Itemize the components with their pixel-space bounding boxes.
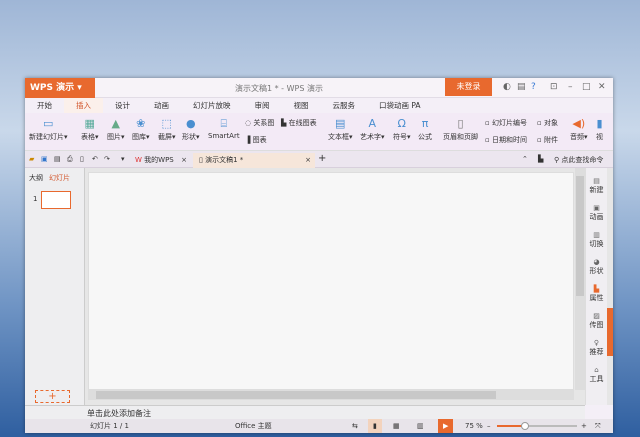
doc-tab-mywps[interactable]: W 我的WPS × — [129, 153, 191, 168]
tab-insert[interactable]: 插入 — [64, 98, 103, 113]
slide-number-button[interactable]: ▫ 幻灯片编号 — [485, 118, 527, 128]
tab-review[interactable]: 审阅 — [243, 98, 282, 113]
layout-icon[interactable]: ▙ — [538, 155, 543, 163]
shape-button[interactable]: ● 形状▾ — [182, 116, 200, 142]
task-animation[interactable]: ▣ 动画 — [586, 204, 607, 222]
close-icon[interactable]: ✕ — [598, 82, 606, 92]
audio-button[interactable]: ◀) 音频▾ — [570, 116, 588, 142]
new-tab-icon[interactable]: + — [318, 153, 326, 164]
notes-placeholder: 单击此处添加备注 — [87, 409, 151, 418]
formula-button[interactable]: π 公式 — [418, 116, 432, 142]
quick-access-bar: ▰ ▣ ▤ ⎙ ▯ ↶ ↷ ▾ W 我的WPS × ▯ 演示文稿1 * × + … — [25, 151, 613, 168]
workspace: 大纲 幻灯片 1 + ▤ 新建 ▣ 动画 ▥ 切换 ◕ 形状 ▙ 属性 ▨ 传图 ♀ 推荐 ⌂… — [25, 168, 613, 405]
document-icon: ▯ — [199, 156, 203, 164]
doc-tab-presentation[interactable]: ▯ 演示文稿1 * × — [193, 153, 315, 168]
wps-window: WPS 演示 ▾ 演示文稿1 * - WPS 演示 未登录 ◐ ▤ ? ⊡ – … — [25, 78, 613, 433]
slide-counter: 幻灯片 1 / 1 — [90, 422, 129, 430]
search-command[interactable]: ⚲ 点此查找命令 — [554, 155, 603, 165]
slide-thumbnail[interactable] — [41, 191, 71, 209]
save-icon[interactable]: ▣ — [41, 155, 48, 163]
slide-panel: 大纲 幻灯片 1 + — [25, 168, 85, 405]
slides-tab[interactable]: 幻灯片 — [49, 173, 70, 183]
task-recommend[interactable]: ♀ 推荐 — [586, 339, 607, 357]
maximize-icon[interactable]: □ — [582, 82, 591, 92]
table-button[interactable]: ▦ 表格▾ — [81, 116, 99, 142]
textbox-button[interactable]: ▤ 文本框▾ — [328, 116, 353, 142]
task-upload-image[interactable]: ▨ 传图 — [586, 312, 607, 330]
tab-design[interactable]: 设计 — [103, 98, 142, 113]
video-button[interactable]: ▮ 视 — [596, 116, 603, 142]
zoom-in-button[interactable]: + — [581, 419, 587, 433]
reading-view-icon[interactable]: ▥ — [417, 419, 424, 433]
zoom-slider[interactable] — [497, 422, 577, 430]
login-button[interactable]: 未登录 — [445, 78, 492, 96]
skin-icon[interactable]: ◐ — [503, 82, 511, 92]
header-footer-button[interactable]: ▯ 页眉和页脚 — [443, 116, 478, 142]
menu-tabs: 开始 插入 设计 动画 幻灯片放映 审阅 视图 云服务 口袋动画 PA — [25, 98, 613, 113]
symbol-button[interactable]: Ω 符号▾ — [393, 116, 411, 142]
normal-view-icon[interactable]: ▮ — [368, 419, 382, 433]
task-pane: ▤ 新建 ▣ 动画 ▥ 切换 ◕ 形状 ▙ 属性 ▨ 传图 ♀ 推荐 ⌂ 工具 — [585, 168, 607, 405]
wps-logo-icon: W — [135, 156, 142, 164]
print-icon[interactable]: ⎙ — [67, 155, 73, 164]
theme-name: Office 主题 — [235, 422, 272, 430]
collapse-ribbon-icon[interactable]: ⌃ — [522, 155, 528, 163]
export-icon[interactable]: ▤ — [54, 155, 61, 163]
zoom-level: 75 % — [465, 422, 483, 430]
title-bar: WPS 演示 ▾ 演示文稿1 * - WPS 演示 未登录 ◐ ▤ ? ⊡ – … — [25, 78, 613, 98]
tab-home[interactable]: 开始 — [25, 98, 64, 113]
notes-area[interactable]: 单击此处添加备注 — [25, 405, 585, 419]
close-tab-icon[interactable]: × — [181, 153, 187, 168]
settings-icon[interactable]: ▤ — [517, 82, 526, 92]
notes-toggle-icon[interactable]: ⇆ — [352, 419, 358, 433]
gallery-button[interactable]: ❀ 图库▾ — [132, 116, 150, 142]
preview-icon[interactable]: ▯ — [80, 155, 84, 163]
task-properties[interactable]: ▙ 属性 — [586, 285, 607, 303]
task-tools[interactable]: ⌂ 工具 — [586, 366, 607, 384]
app-menu-button[interactable]: WPS 演示 ▾ — [25, 78, 95, 98]
task-shape[interactable]: ◕ 形状 — [586, 258, 607, 276]
tab-pocket-animation[interactable]: 口袋动画 PA — [367, 98, 433, 113]
wordart-button[interactable]: A 艺术字▾ — [360, 116, 385, 142]
tab-animation[interactable]: 动画 — [142, 98, 181, 113]
status-bar: 幻灯片 1 / 1 Office 主题 ⇆ ▮ ▦ ▥ ▶ 75 % – + ⤧ — [25, 419, 613, 433]
chart-button[interactable]: ▐ 图表 — [245, 135, 267, 145]
screenshot-button[interactable]: ⬚ 截屏▾ — [158, 116, 176, 142]
app-name: WPS 演示 — [30, 83, 75, 93]
add-slide-button[interactable]: + — [35, 390, 70, 403]
slide-canvas[interactable] — [88, 172, 574, 390]
redo-icon[interactable]: ↷ — [104, 155, 110, 163]
open-icon[interactable]: ▰ — [29, 155, 34, 163]
new-slide-button[interactable]: ▭ 新建幻灯片▾ — [29, 116, 68, 142]
play-slideshow-button[interactable]: ▶ — [438, 419, 454, 433]
attachment-button[interactable]: ▫ 附件 — [537, 135, 558, 145]
vertical-scrollbar[interactable] — [575, 168, 585, 390]
tab-slideshow[interactable]: 幻灯片放映 — [181, 98, 243, 113]
smartart-button[interactable]: ⌸ SmartArt — [208, 116, 240, 140]
fullscreen-icon[interactable]: ⊡ — [550, 82, 558, 92]
ribbon: ▭ 新建幻灯片▾ ▦ 表格▾ ▲ 图片▾ ❀ 图库▾ ⬚ 截屏▾ ● 形状▾ ⌸ SmartA… — [25, 113, 613, 151]
datetime-button[interactable]: ▫ 日期和时间 — [485, 135, 527, 145]
object-button[interactable]: ▫ 对象 — [537, 118, 558, 128]
task-new[interactable]: ▤ 新建 — [586, 177, 607, 195]
task-transition[interactable]: ▥ 切换 — [586, 231, 607, 249]
slide-index: 1 — [33, 195, 38, 203]
pane-toggle[interactable] — [607, 308, 613, 356]
online-chart-button[interactable]: ▙ 在线图表 — [281, 118, 317, 128]
help-icon[interactable]: ? — [531, 82, 536, 92]
outline-tab[interactable]: 大纲 — [29, 173, 43, 183]
sorter-view-icon[interactable]: ▦ — [393, 419, 400, 433]
relation-chart-button[interactable]: ◌ 关系图 — [245, 118, 274, 128]
minimize-icon[interactable]: – — [568, 82, 573, 92]
tab-view[interactable]: 视图 — [282, 98, 321, 113]
horizontal-scrollbar[interactable] — [88, 390, 574, 400]
picture-button[interactable]: ▲ 图片▾ — [107, 116, 125, 142]
close-tab-icon[interactable]: × — [305, 153, 311, 168]
undo-icon[interactable]: ↶ — [92, 155, 98, 163]
zoom-out-button[interactable]: – — [487, 419, 491, 433]
window-title: 演示文稿1 * - WPS 演示 — [235, 84, 323, 93]
tab-cloud[interactable]: 云服务 — [321, 98, 368, 113]
fit-window-icon[interactable]: ⤧ — [595, 419, 601, 433]
customize-icon[interactable]: ▾ — [121, 155, 125, 163]
